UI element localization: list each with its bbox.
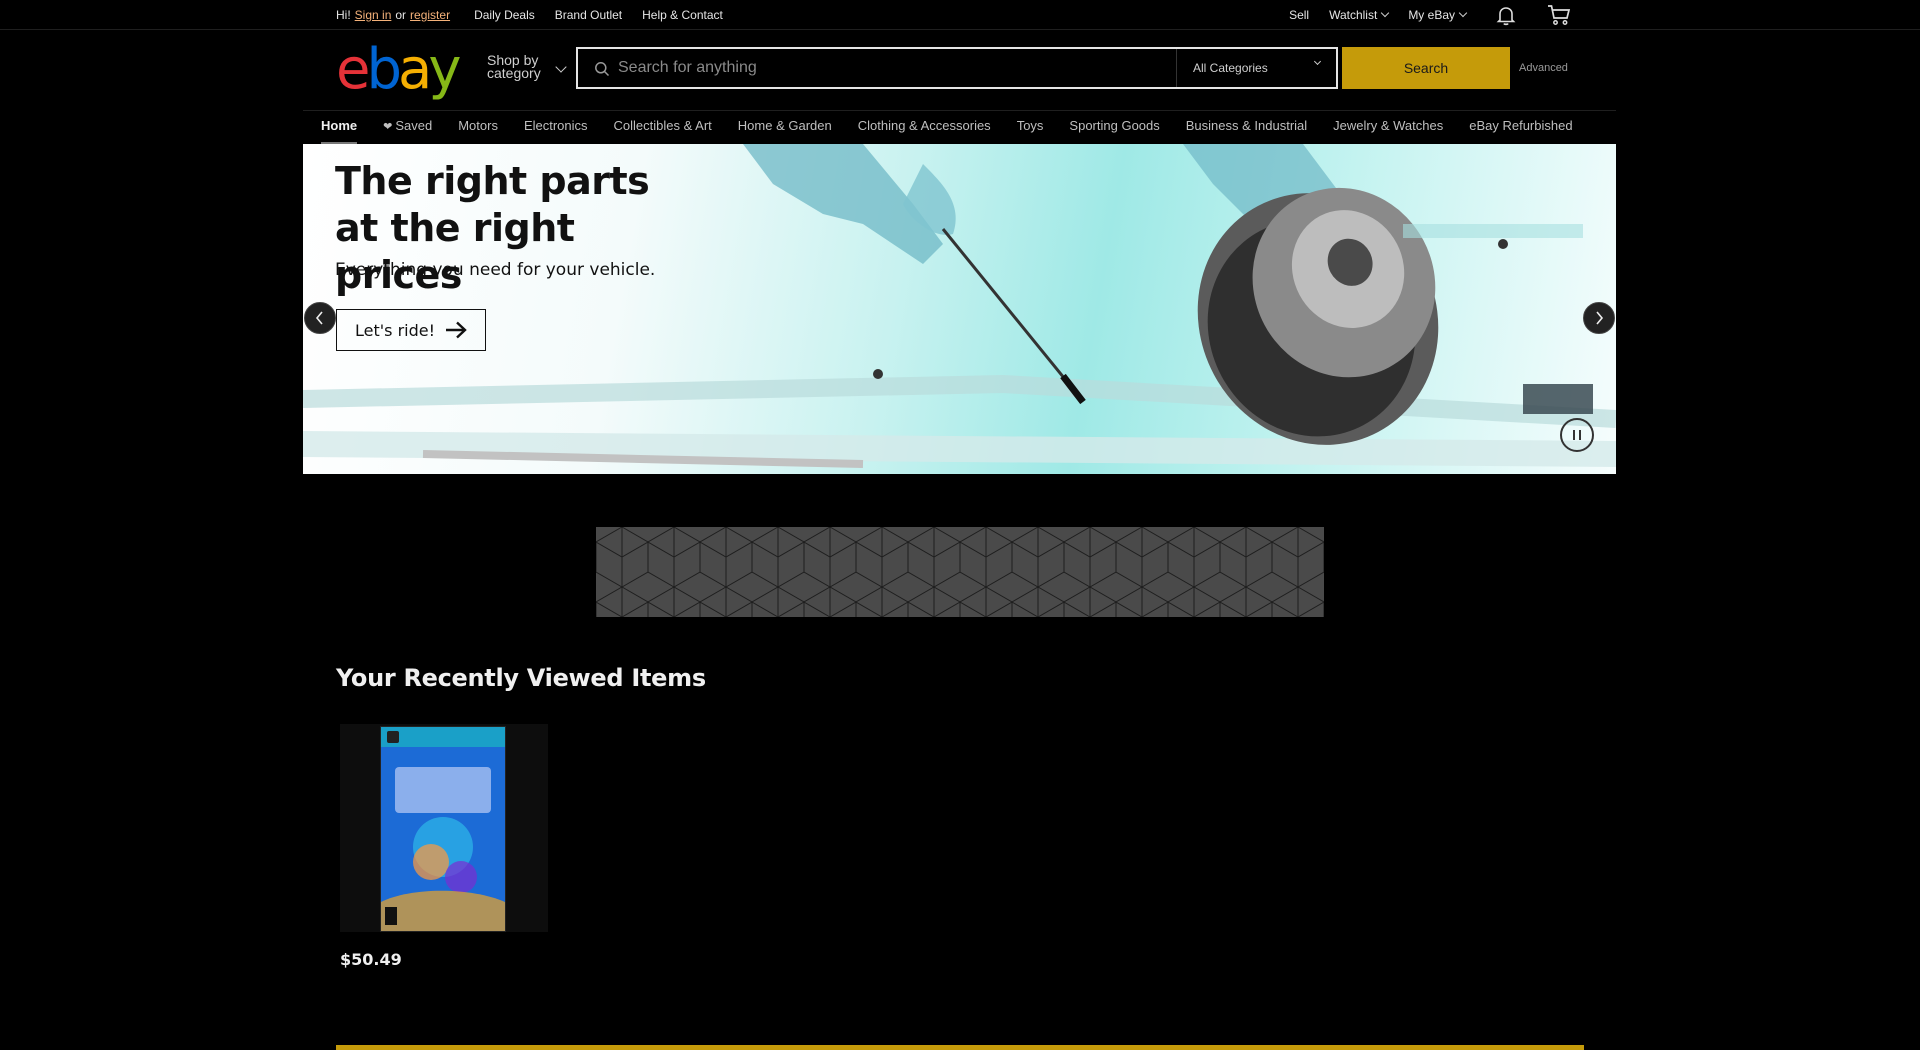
search-icon xyxy=(594,61,610,82)
nav-item-saved[interactable]: ❤ Saved xyxy=(383,118,432,144)
header: ebay Shop by category All Categories Sea… xyxy=(336,42,1570,98)
nav-item-toys[interactable]: Toys xyxy=(1017,118,1044,144)
ebay-logo[interactable]: ebay xyxy=(336,42,461,98)
nav-item-business-industrial[interactable]: Business & Industrial xyxy=(1186,118,1307,144)
chevron-right-icon xyxy=(1596,311,1604,325)
pause-icon xyxy=(1573,430,1581,440)
carousel-prev-button[interactable] xyxy=(304,302,336,334)
or-text: or xyxy=(395,8,407,22)
sign-in-link[interactable]: Sign in xyxy=(355,8,392,22)
chevron-left-icon xyxy=(315,311,323,325)
nav-item-saved-label: Saved xyxy=(395,118,433,133)
sell-link[interactable]: Sell xyxy=(1289,8,1309,22)
top-utility-bar-inner: Hi! Sign in or register Daily Deals Bran… xyxy=(336,0,1571,30)
nav-item-home-garden[interactable]: Home & Garden xyxy=(738,118,832,144)
watchlist-menu[interactable]: Watchlist xyxy=(1329,8,1390,22)
nav-item-sporting-goods[interactable]: Sporting Goods xyxy=(1069,118,1159,144)
item-price: $50.49 xyxy=(340,950,402,969)
register-link[interactable]: register xyxy=(410,8,450,22)
bell-icon[interactable] xyxy=(1494,3,1518,27)
arrow-right-icon xyxy=(446,321,467,339)
logo-letter-b: b xyxy=(366,37,401,102)
nav-item-ebay-refurbished[interactable]: eBay Refurbished xyxy=(1469,118,1572,144)
ad-banner[interactable] xyxy=(596,527,1324,617)
game-box-image xyxy=(380,726,506,932)
cart-icon[interactable] xyxy=(1546,3,1571,27)
logo-letter-e: e xyxy=(336,37,371,102)
top-right-links: Sell Watchlist My eBay xyxy=(1269,3,1571,27)
recently-viewed-title: Your Recently Viewed Items xyxy=(336,664,706,692)
chevron-down-icon xyxy=(1458,8,1468,18)
top-utility-bar: Hi! Sign in or register Daily Deals Bran… xyxy=(0,0,1920,30)
category-nav-list: Home ❤ Saved Motors Electronics Collectib… xyxy=(321,118,1599,144)
hero-subtitle: Everything you need for your vehicle. xyxy=(335,260,656,280)
nav-item-electronics[interactable]: Electronics xyxy=(524,118,588,144)
heart-icon: ❤ xyxy=(383,121,393,133)
chevron-down-icon xyxy=(555,61,567,73)
item-thumbnail[interactable] xyxy=(340,724,548,932)
shop-by-category-button[interactable]: Shop by category xyxy=(487,53,567,81)
carousel-next-button[interactable] xyxy=(1583,302,1615,334)
chevron-down-icon xyxy=(1381,8,1390,18)
top-left-links: Hi! Sign in or register Daily Deals Bran… xyxy=(336,8,723,22)
chevron-down-icon xyxy=(1313,57,1322,66)
lets-ride-label: Let's ride! xyxy=(355,320,436,340)
brand-outlet-link[interactable]: Brand Outlet xyxy=(555,8,622,22)
nav-item-jewelry-watches[interactable]: Jewelry & Watches xyxy=(1333,118,1443,144)
daily-deals-link[interactable]: Daily Deals xyxy=(474,8,535,22)
category-label: category xyxy=(487,65,541,81)
watchlist-label: Watchlist xyxy=(1329,8,1378,22)
category-select[interactable]: All Categories xyxy=(1176,49,1336,87)
search-input[interactable] xyxy=(578,49,1176,87)
help-contact-link[interactable]: Help & Contact xyxy=(642,8,723,22)
category-nav: Home ❤ Saved Motors Electronics Collectib… xyxy=(303,110,1616,144)
advanced-search-link[interactable]: Advanced xyxy=(1519,62,1568,74)
search-field xyxy=(578,49,1176,87)
my-ebay-label: My eBay xyxy=(1408,8,1455,22)
search-bar: All Categories xyxy=(576,47,1338,89)
logo-letter-y: y xyxy=(428,37,461,102)
promo-banner-edge xyxy=(336,1045,1584,1050)
nav-item-collectibles-art[interactable]: Collectibles & Art xyxy=(614,118,712,144)
logo-letter-a: a xyxy=(398,37,432,102)
greeting: Hi! xyxy=(336,8,351,22)
category-select-value: All Categories xyxy=(1193,61,1268,75)
hero-carousel[interactable]: The right parts at the right prices Ever… xyxy=(303,144,1616,474)
nav-item-clothing-accessories[interactable]: Clothing & Accessories xyxy=(858,118,991,144)
lets-ride-button[interactable]: Let's ride! xyxy=(336,309,487,351)
recently-viewed-item[interactable]: $50.49 xyxy=(340,724,550,969)
ad-pattern xyxy=(596,527,1324,617)
search-button[interactable]: Search xyxy=(1342,47,1510,89)
carousel-pause-button[interactable] xyxy=(1560,418,1594,452)
my-ebay-menu[interactable]: My eBay xyxy=(1408,8,1468,22)
nav-item-motors[interactable]: Motors xyxy=(458,118,498,144)
nav-item-home[interactable]: Home xyxy=(321,118,358,144)
